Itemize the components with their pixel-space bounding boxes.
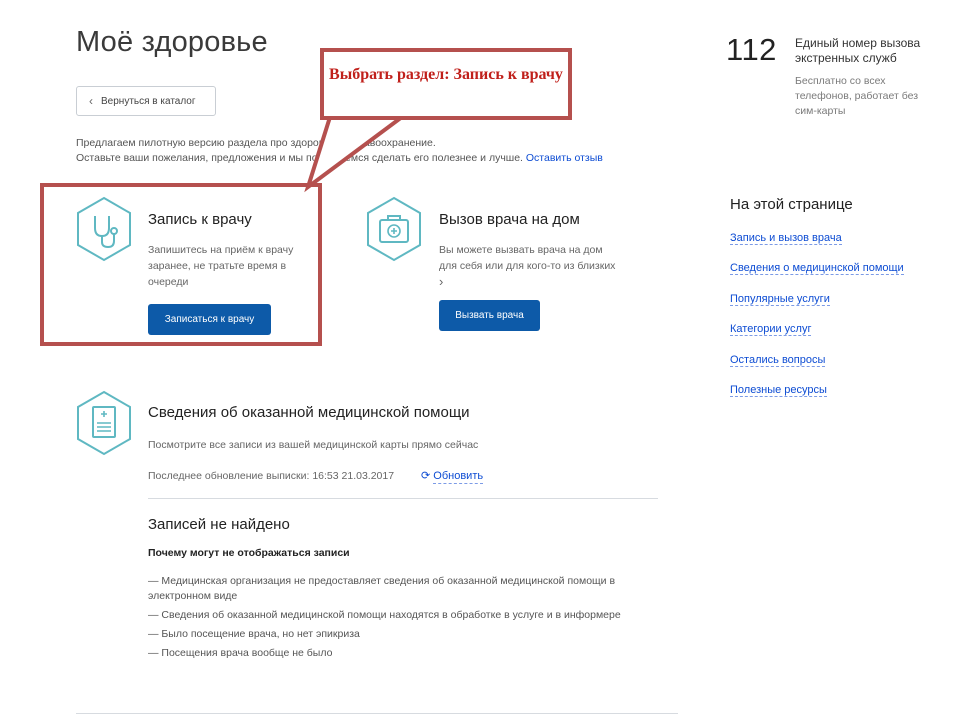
section-divider — [148, 498, 658, 499]
toc-item-resources[interactable]: Полезные ресурсы — [730, 384, 827, 397]
refresh-label: Обновить — [433, 470, 484, 484]
refresh-button[interactable]: ⟳ Обновить — [421, 469, 484, 484]
call-doctor-button[interactable]: Вызвать врача — [439, 300, 540, 331]
toc-item-popular-services[interactable]: Популярные услуги — [730, 293, 830, 306]
home-visit-description-text: Вы можете вызвать врача на дом для себя … — [439, 244, 616, 272]
reason-item: — Посещения врача вообще не было — [148, 647, 333, 659]
reason-item: — Сведения об оказанной медицинской помо… — [148, 609, 621, 621]
emergency-number: 112 — [726, 32, 777, 67]
not-found-title: Записей не найдено — [148, 516, 290, 533]
home-visit-description: Вы можете вызвать врача на дом для себя … — [439, 242, 619, 291]
toc-item-questions[interactable]: Остались вопросы — [730, 354, 826, 367]
toc-item-appointment[interactable]: Запись и вызов врача — [730, 232, 842, 245]
highlight-frame — [40, 183, 322, 346]
medical-info-description: Посмотрите все записи из вашей медицинск… — [148, 439, 479, 451]
home-visit-title[interactable]: Вызов врача на дом — [439, 211, 580, 228]
toc-item-categories[interactable]: Категории услуг — [730, 323, 812, 336]
chevron-left-icon: ‹ — [89, 94, 93, 108]
why-heading: Почему могут не отображаться записи — [148, 547, 350, 559]
medical-document-icon — [77, 390, 131, 456]
feedback-link[interactable]: Оставить отзыв — [526, 152, 603, 164]
reason-item: — Было посещение врача, но нет эпикриза — [148, 628, 360, 640]
toc-item-label: Популярные услуги — [730, 293, 830, 306]
page-title: Моё здоровье — [76, 26, 268, 58]
reason-item: — Медицинская организация не предоставля… — [148, 575, 616, 602]
back-to-catalog-button[interactable]: ‹ Вернуться в каталог — [76, 86, 216, 116]
chevron-right-icon[interactable]: › — [439, 274, 443, 289]
toc-item-label: Запись и вызов врача — [730, 232, 842, 245]
bottom-divider — [76, 713, 678, 714]
toc-item-medical-info[interactable]: Сведения о медицинской помощи — [730, 262, 904, 275]
toc-item-label: Остались вопросы — [730, 354, 826, 367]
first-aid-kit-icon — [367, 196, 421, 262]
callout-text: Выбрать раздел: Запись к врачу — [320, 48, 572, 120]
toc-item-label: Сведения о медицинской помощи — [730, 262, 904, 275]
toc-heading: На этой странице — [730, 196, 853, 213]
toc-item-label: Полезные ресурсы — [730, 384, 827, 397]
toc-item-label: Категории услуг — [730, 323, 812, 336]
back-button-label: Вернуться в каталог — [101, 95, 196, 107]
emergency-subtitle: Бесплатно со всех телефонов, работает бе… — [795, 75, 919, 117]
refresh-icon: ⟳ — [421, 470, 431, 482]
medical-info-title: Сведения об оказанной медицинской помощи — [148, 404, 470, 421]
last-update-text: Последнее обновление выписки: 16:53 21.0… — [148, 470, 395, 482]
emergency-title: Единый номер вызова экстренных служб — [795, 36, 921, 65]
